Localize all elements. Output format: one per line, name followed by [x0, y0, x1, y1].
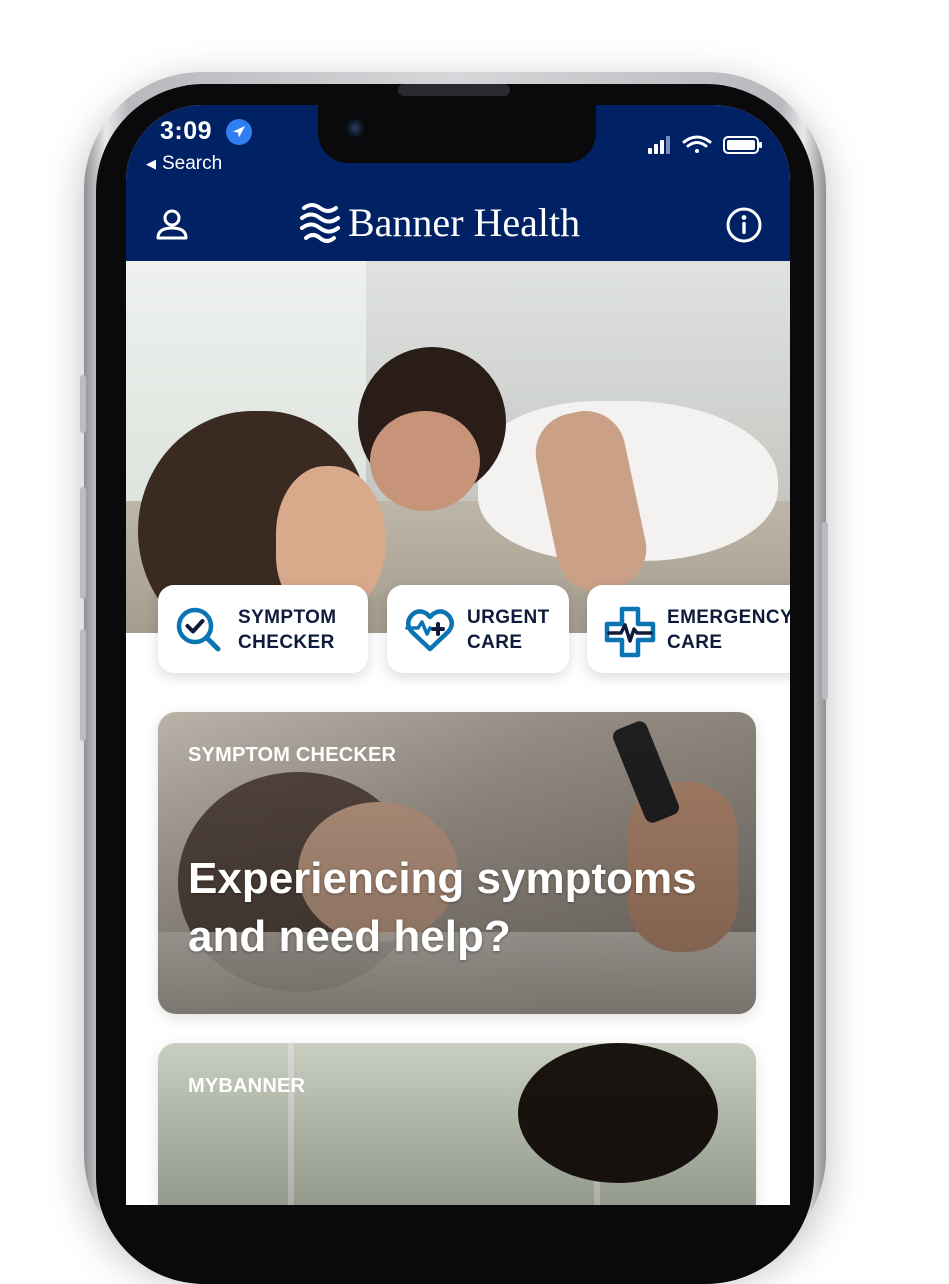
back-triangle-icon: ◀ — [146, 156, 156, 171]
profile-button[interactable] — [152, 205, 192, 245]
mybanner-card[interactable]: MYBANNER — [158, 1043, 756, 1205]
banner-wave-icon — [300, 203, 340, 243]
info-icon — [726, 207, 762, 243]
hero-photo — [126, 261, 790, 633]
location-arrow-icon — [226, 119, 252, 145]
brand-name: Banner Health — [348, 199, 581, 245]
card-eyebrow: SYMPTOM CHECKER — [188, 744, 397, 766]
volume-up-button — [80, 487, 86, 599]
wifi-icon — [682, 135, 712, 153]
earpiece-speaker — [398, 84, 510, 96]
heart-plus-icon — [405, 609, 454, 652]
app-screen: 3:09 ◀ Search Banner Health SYMPTOM CHEC… — [126, 105, 790, 1205]
battery-icon — [723, 136, 762, 154]
symptom-checker-card[interactable]: SYMPTOM CHECKER Experiencing symptoms an… — [158, 712, 756, 1014]
quick-action-emergency-care[interactable]: EMERGENCY CARE — [587, 585, 790, 673]
quick-action-label: URGENT CARE — [467, 607, 550, 653]
back-to-search-link[interactable]: ◀ Search — [146, 153, 222, 175]
app-top-bar: Banner Health — [126, 187, 790, 261]
status-time: 3:09 — [160, 117, 213, 145]
power-button — [822, 522, 828, 700]
card-title: Experiencing symptoms and need help? — [188, 854, 697, 961]
status-icons — [646, 133, 766, 155]
card-eyebrow: MYBANNER — [188, 1075, 306, 1097]
brand-logo: Banner Health — [298, 197, 580, 247]
info-button[interactable] — [724, 205, 764, 245]
signal-icon — [648, 136, 670, 154]
quick-action-label: EMERGENCY CARE — [667, 607, 790, 653]
card-shade — [158, 1043, 756, 1205]
quick-action-symptom-checker[interactable]: SYMPTOM CHECKER — [158, 585, 368, 673]
person-icon — [156, 209, 188, 240]
quick-action-urgent-care[interactable]: URGENT CARE — [387, 585, 569, 673]
volume-down-button — [80, 629, 86, 741]
front-camera — [344, 117, 366, 139]
medical-cross-pulse-icon — [604, 606, 656, 658]
hero-baby-face — [370, 411, 480, 511]
back-search-label: Search — [162, 153, 223, 174]
quick-action-label: SYMPTOM CHECKER — [238, 607, 337, 653]
magnifier-check-icon — [176, 607, 221, 652]
silent-switch — [80, 375, 86, 433]
